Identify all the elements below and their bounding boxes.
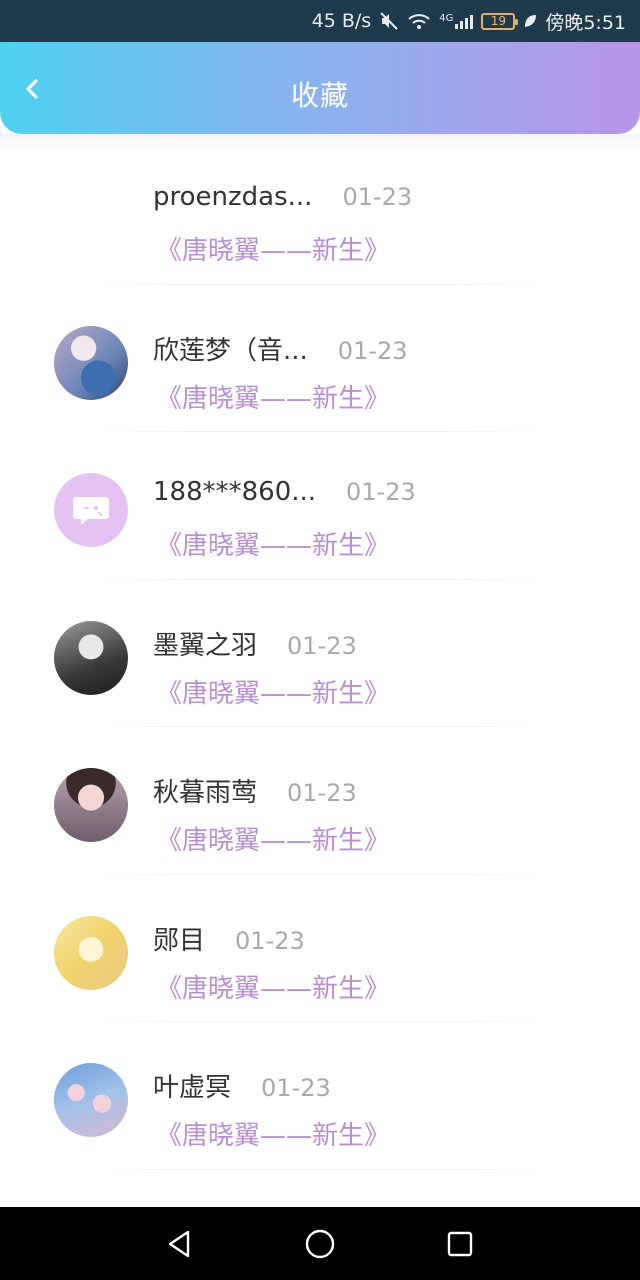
divider	[100, 873, 540, 875]
network-speed: 45 B/s	[311, 10, 372, 32]
battery-icon: 19	[481, 12, 519, 30]
battery-level: 19	[481, 12, 519, 30]
date: 01-23	[337, 336, 408, 365]
chat-bubble-icon	[73, 497, 109, 525]
list-item[interactable]: 秋暮雨莺 01-23 《唐晓翼——新生》	[0, 742, 640, 890]
header-shadow	[0, 134, 640, 152]
date: 01-23	[235, 926, 305, 955]
collection-title[interactable]: 《唐晓翼——新生》	[156, 378, 390, 415]
list-item[interactable]: 墨翼之羽 01-23 《唐晓翼——新生》	[0, 595, 640, 743]
divider	[100, 431, 540, 432]
collection-title[interactable]: 《唐晓翼——新生》	[156, 230, 390, 267]
avatar[interactable]	[54, 768, 128, 842]
system-nav-bar	[0, 1207, 640, 1280]
square-recent-icon	[447, 1231, 473, 1256]
network-type: 4G	[439, 13, 454, 24]
date: 01-23	[287, 779, 357, 807]
divider	[100, 578, 540, 580]
avatar[interactable]	[54, 473, 128, 547]
collection-title[interactable]: 《唐晓翼——新生》	[156, 820, 390, 857]
triangle-back-icon	[168, 1230, 190, 1257]
date: 01-23	[261, 1074, 331, 1102]
leaf-icon	[523, 13, 537, 29]
app-header: 收藏	[0, 42, 640, 134]
mute-icon	[379, 11, 399, 31]
list-item[interactable]: proenzdas... 01-23 《唐晓翼——新生》	[0, 152, 640, 300]
divider	[100, 1021, 540, 1022]
username: proenzdas...	[153, 182, 313, 212]
username: 叶虚冥	[153, 1073, 232, 1103]
clock: 傍晚5:51	[545, 11, 626, 34]
avatar	[54, 178, 128, 252]
circle-home-icon	[305, 1229, 335, 1258]
page-title: 收藏	[290, 79, 349, 112]
avatar[interactable]	[54, 915, 128, 990]
avatar[interactable]	[54, 325, 128, 400]
divider	[100, 726, 540, 727]
username: 欣莲梦（音...	[153, 335, 308, 366]
favorites-list: proenzdas... 01-23 《唐晓翼——新生》 欣莲梦（音... 01…	[0, 152, 640, 1185]
date: 01-23	[346, 478, 416, 506]
collection-title[interactable]: 《唐晓翼——新生》	[156, 673, 390, 710]
collection-title[interactable]: 《唐晓翼——新生》	[156, 1115, 390, 1152]
nav-recent-button[interactable]	[438, 1222, 482, 1266]
nav-home-button[interactable]	[298, 1222, 342, 1266]
list-item[interactable]: 188***860... 01-23 《唐晓翼——新生》	[0, 447, 640, 595]
date: 01-23	[287, 631, 357, 660]
list-item[interactable]: 郧目 01-23 《唐晓翼——新生》	[0, 890, 640, 1038]
collection-title[interactable]: 《唐晓翼——新生》	[156, 525, 390, 562]
username: 秋暮雨莺	[153, 778, 258, 808]
username: 188***860...	[153, 477, 317, 507]
avatar[interactable]	[54, 620, 128, 695]
collection-title[interactable]: 《唐晓翼——新生》	[156, 968, 390, 1005]
date: 01-23	[342, 183, 413, 211]
username: 郧目	[153, 925, 206, 956]
nav-back-button[interactable]	[158, 1222, 202, 1266]
wifi-icon	[407, 12, 431, 30]
divider	[100, 1168, 540, 1170]
cellular-signal-icon: 4G	[439, 13, 474, 29]
avatar[interactable]	[54, 1063, 128, 1137]
list-item[interactable]: 欣莲梦（音... 01-23 《唐晓翼——新生》	[0, 300, 640, 448]
divider	[100, 283, 540, 285]
status-bar: 45 B/s 4G 19 傍晚5:51	[0, 0, 640, 42]
username: 墨翼之羽	[153, 630, 258, 661]
list-item[interactable]: 叶虚冥 01-23 《唐晓翼——新生》	[0, 1037, 640, 1185]
